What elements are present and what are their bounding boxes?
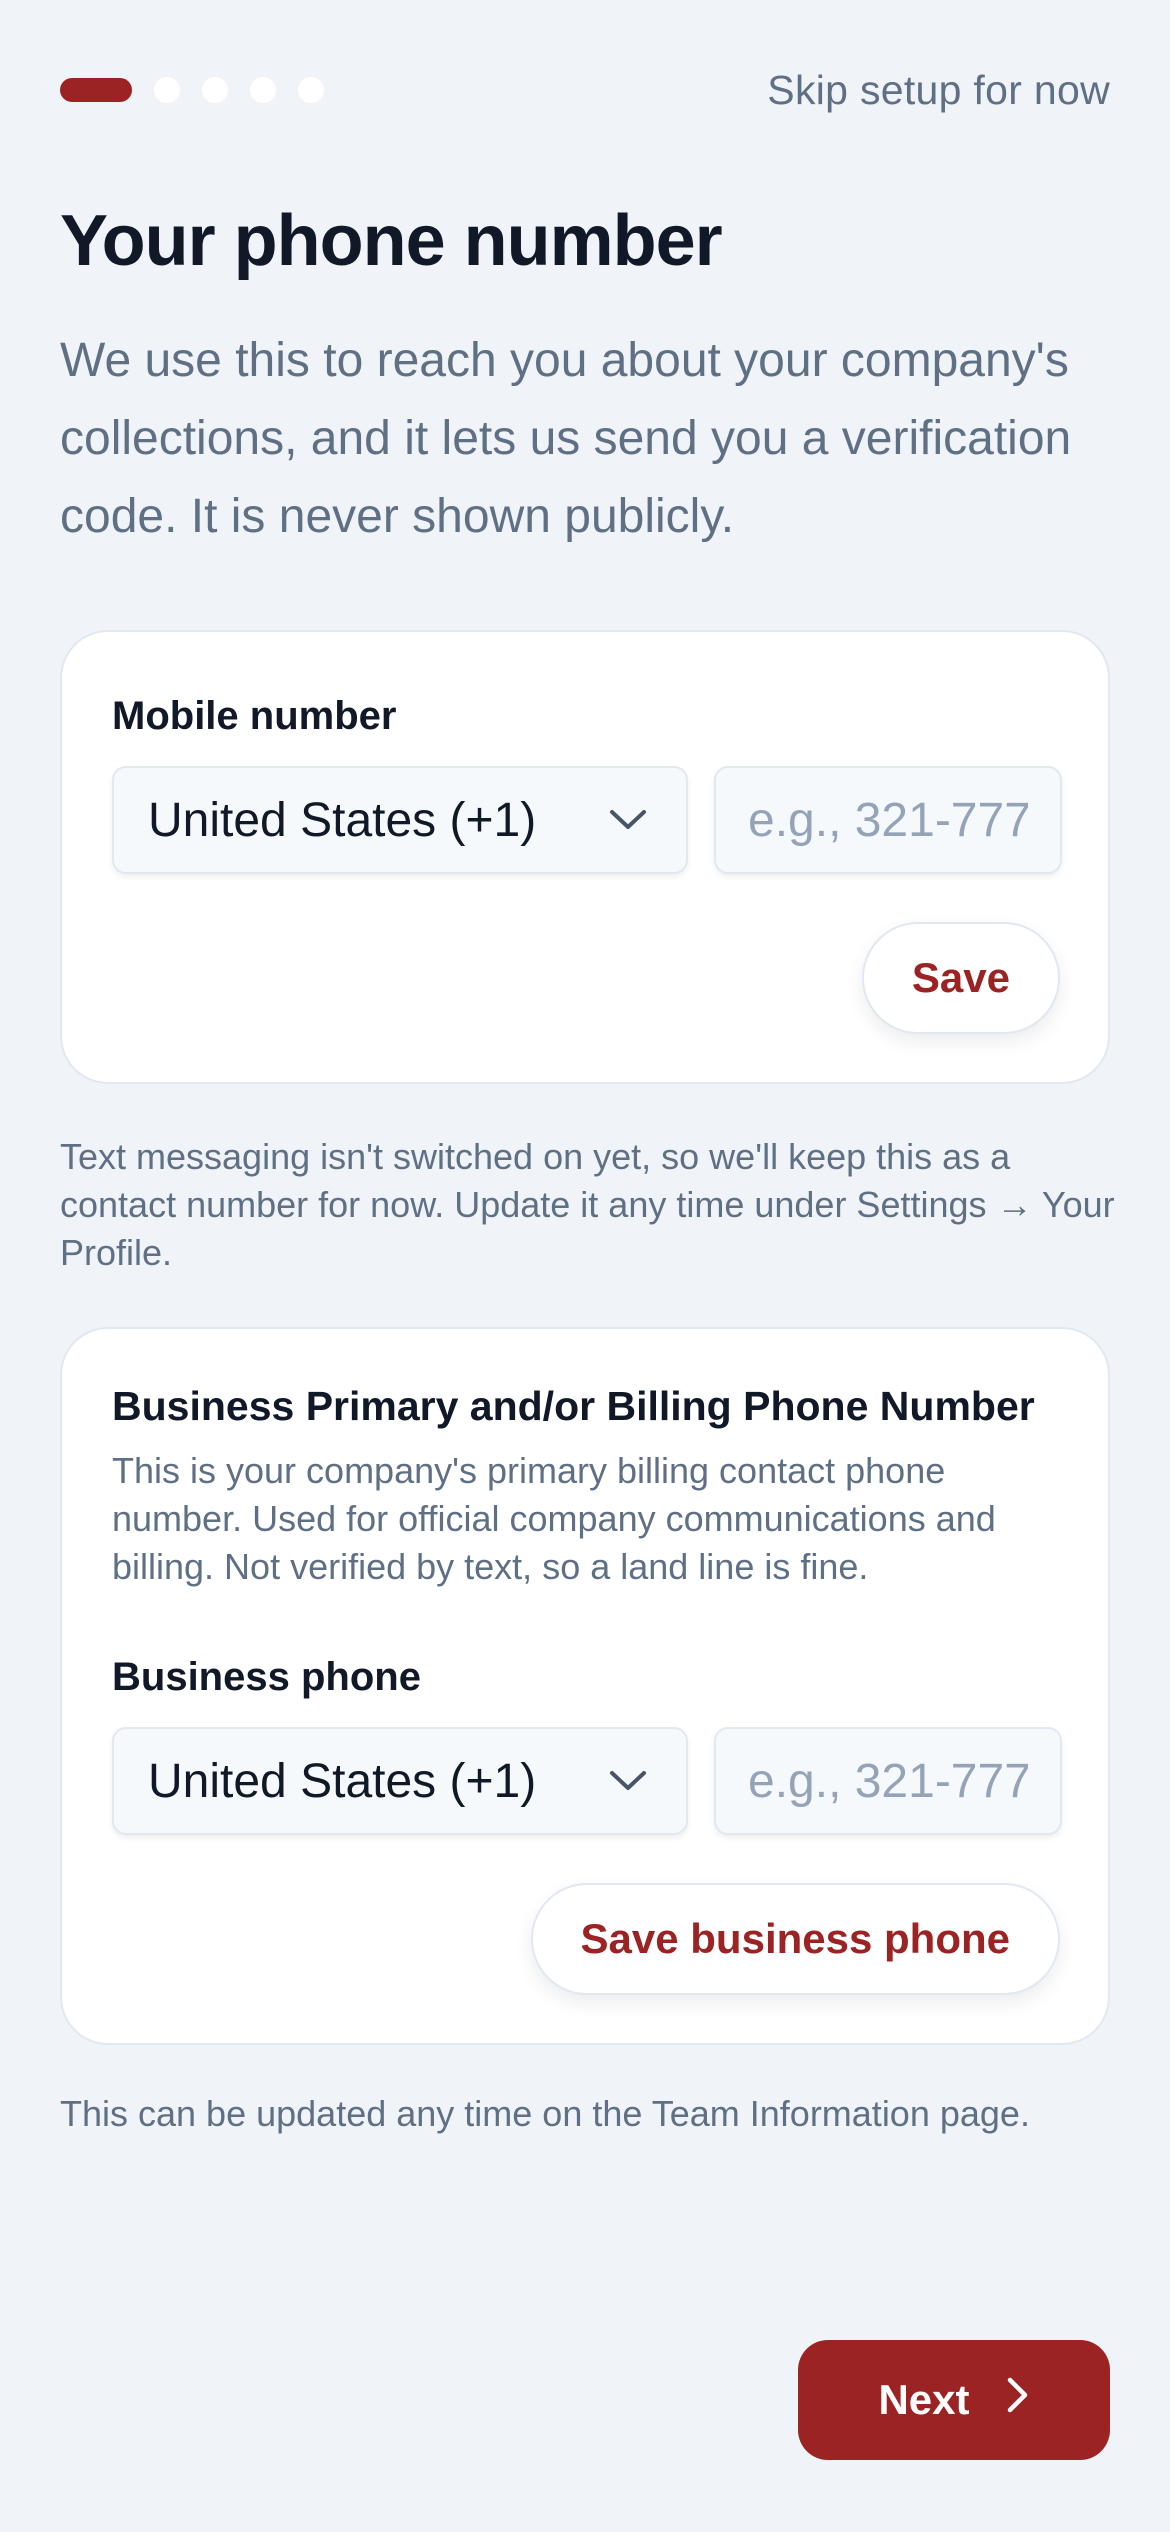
- mobile-phone-input[interactable]: [714, 766, 1062, 874]
- business-phone-label: Business phone: [112, 1655, 421, 1699]
- business-note: This can be updated any time on the Team…: [60, 2093, 1030, 2134]
- chevron-down-icon: [606, 798, 650, 842]
- chevron-right-icon: [1006, 2376, 1030, 2424]
- save-mobile-button[interactable]: Save: [861, 922, 1060, 1034]
- page-title: Your phone number: [60, 201, 723, 281]
- save-business-phone-button[interactable]: Save business phone: [530, 1883, 1060, 1995]
- business-phone-heading: Business Primary and/or Billing Phone Nu…: [112, 1383, 1035, 1429]
- business-country-value: United States (+1): [148, 1754, 537, 1808]
- progress-step-dot: [202, 77, 228, 103]
- next-button-label: Next: [878, 2376, 970, 2423]
- progress-step-dot: [154, 77, 180, 103]
- mobile-country-value: United States (+1): [148, 793, 537, 847]
- progress-step-active: [60, 78, 132, 102]
- progress-step-dot: [250, 77, 276, 103]
- page-intro: We use this to reach you about your comp…: [60, 334, 1072, 543]
- business-phone-card: Business Primary and/or Billing Phone Nu…: [60, 1327, 1110, 2045]
- skip-setup-link[interactable]: Skip setup for now: [767, 67, 1110, 114]
- mobile-number-label: Mobile number: [112, 694, 397, 738]
- step-progress-indicator: [60, 77, 324, 103]
- mobile-country-select[interactable]: United States (+1): [112, 766, 688, 874]
- business-phone-input[interactable]: [714, 1727, 1062, 1835]
- mobile-note: Text messaging isn't switched on yet, so…: [60, 1136, 1115, 1273]
- business-phone-description: This is your company's primary billing c…: [112, 1450, 996, 1587]
- business-country-select[interactable]: United States (+1): [112, 1727, 688, 1835]
- next-button[interactable]: Next: [798, 2340, 1110, 2460]
- mobile-number-card: Mobile number United States (+1) Save: [60, 630, 1110, 1084]
- progress-step-dot: [298, 77, 324, 103]
- top-bar: Skip setup for now: [60, 60, 1110, 120]
- chevron-down-icon: [606, 1759, 650, 1803]
